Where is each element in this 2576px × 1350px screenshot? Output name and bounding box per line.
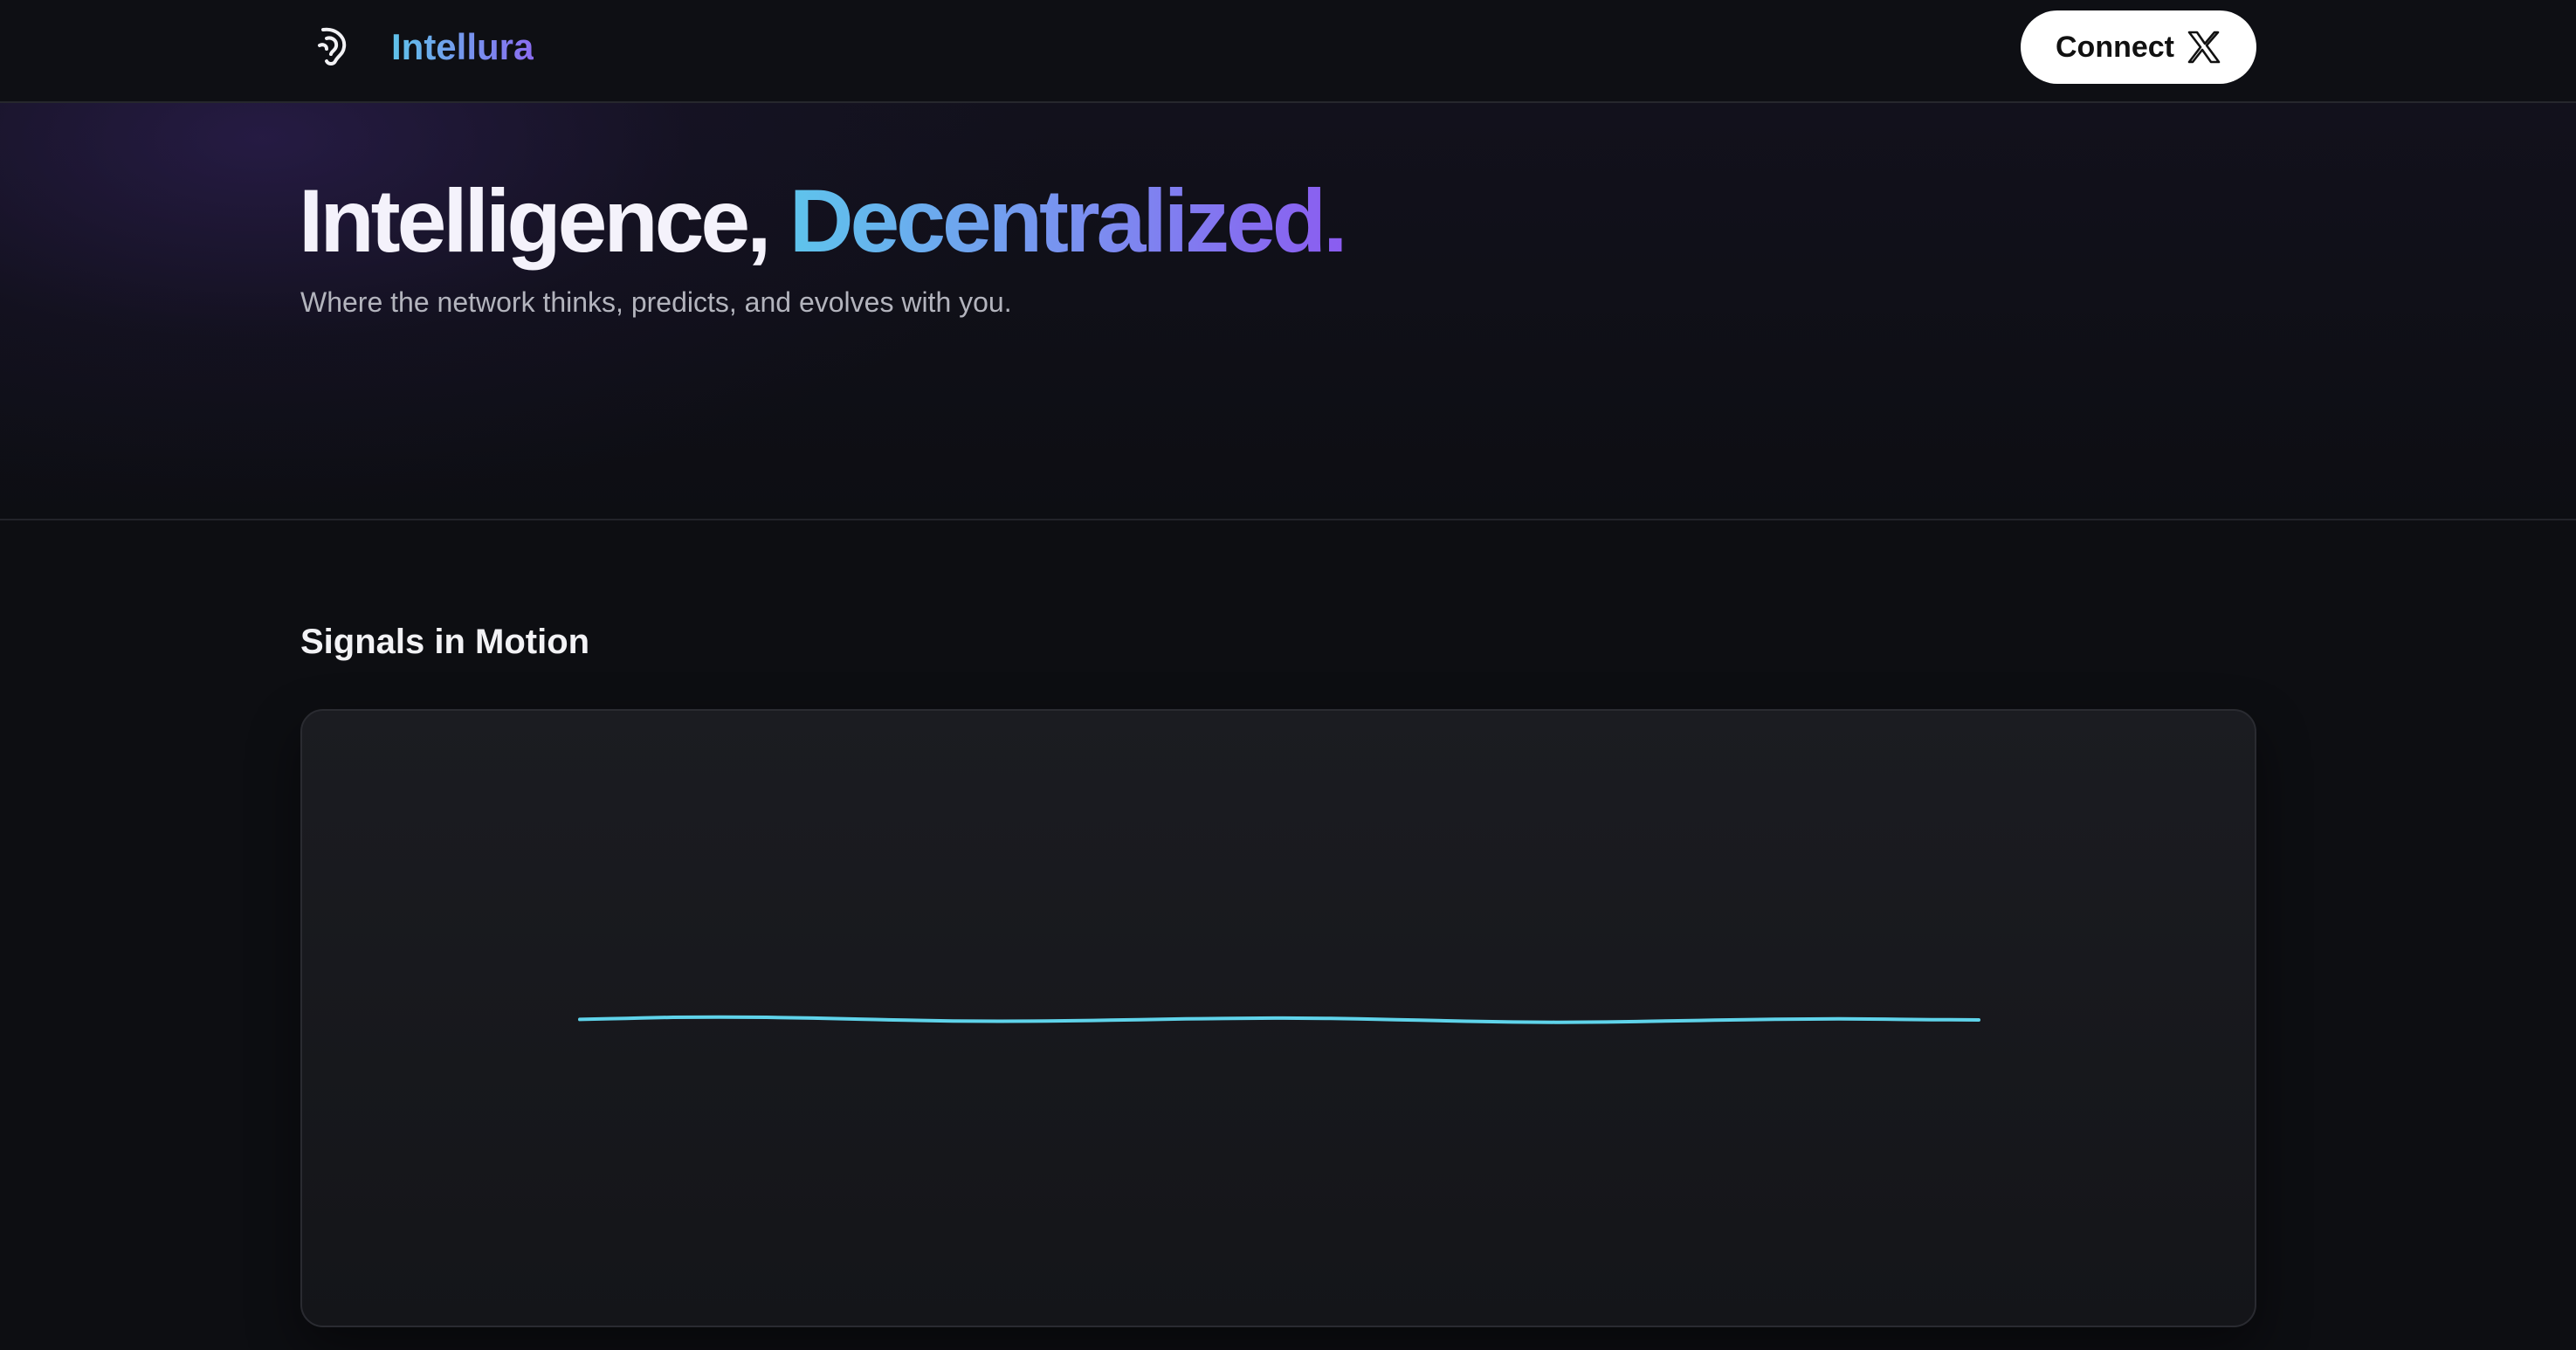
connect-x-button[interactable]: Connect xyxy=(2021,10,2256,84)
hero-subtitle: Where the network thinks, predicts, and … xyxy=(300,286,1012,318)
signals-section-title: Signals in Motion xyxy=(300,623,590,661)
x-logo-icon xyxy=(2187,31,2221,64)
connect-button-label: Connect xyxy=(2056,31,2174,64)
signals-chart-card xyxy=(300,709,2256,1327)
hero-section: Intelligence, Decentralized. Where the n… xyxy=(0,103,2576,520)
brand-name[interactable]: Intellura xyxy=(391,23,534,72)
top-nav: Intellura Connect xyxy=(0,0,2576,103)
signal-series-line xyxy=(578,1015,1980,1024)
signals-chart xyxy=(578,1015,1980,1024)
hero-title-accent: Decentralized. xyxy=(789,171,1348,271)
hero-title-plain: Intelligence, xyxy=(299,171,771,271)
hero-title: Intelligence, Decentralized. xyxy=(299,168,1348,274)
ear-icon[interactable] xyxy=(314,24,353,66)
